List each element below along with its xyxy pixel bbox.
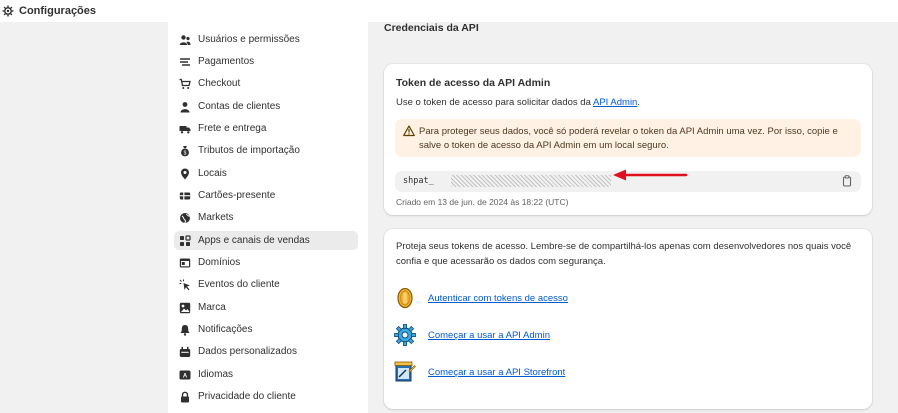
sidebar-item-pagamentos[interactable]: Pagamentos — [174, 52, 358, 71]
copy-icon[interactable] — [841, 175, 853, 187]
cursor-click-icon — [179, 279, 191, 291]
sidebar-item-label: Markets — [198, 212, 234, 223]
gear-icon — [2, 5, 14, 17]
warning-text: Para proteger seus dados, você só poderá… — [419, 126, 838, 151]
sidebar-item-tributos[interactable]: $ Tributos de importação — [174, 141, 358, 160]
sidebar-item-locais[interactable]: Locais — [174, 164, 358, 183]
admin-token-card: Token de acesso da API Admin Use o token… — [384, 64, 872, 215]
cart-icon — [179, 78, 191, 90]
lock-icon — [179, 391, 191, 403]
person-icon — [179, 101, 191, 113]
svg-text:A: A — [183, 373, 188, 379]
desc-suffix: . — [637, 97, 640, 108]
truck-icon — [179, 123, 191, 135]
warning-banner: Para proteger seus dados, você só poderá… — [395, 119, 861, 157]
desc-text: Use o token de acesso para solicitar dad… — [396, 97, 593, 108]
sidebar-item-privacidade[interactable]: Privacidade do cliente — [174, 387, 358, 406]
globe-icon — [179, 212, 191, 224]
sidebar-item-label: Idiomas — [198, 369, 234, 380]
sidebar-item-label: Locais — [198, 168, 227, 179]
created-timestamp: Criado em 13 de jun. de 2024 às 18:22 (U… — [396, 197, 569, 207]
apps-icon — [179, 234, 191, 247]
token-masked-value — [451, 175, 611, 187]
sidebar-item-label: Marca — [198, 302, 226, 313]
storefront-icon — [394, 361, 416, 383]
token-prefix: shpat_ — [403, 176, 434, 186]
card-title: Token de acesso da API Admin — [396, 77, 551, 89]
money-bag-icon: $ — [179, 145, 191, 157]
sidebar-item-dominios[interactable]: Domínios — [174, 253, 358, 272]
sidebar-item-label: Notificações — [198, 324, 253, 335]
sidebar-item-label: Apps e canais de vendas — [198, 235, 310, 246]
resource-row-admin-api: Começar a usar a API Admin — [394, 322, 550, 348]
sidebar-item-label: Cartões-presente — [198, 190, 276, 201]
sidebar-item-label: Contas de clientes — [198, 101, 281, 112]
sidebar-item-label: Privacidade do cliente — [198, 391, 296, 402]
payments-icon — [179, 56, 191, 68]
sidebar-item-eventos-cliente[interactable]: Eventos do cliente — [174, 275, 358, 294]
bell-icon — [179, 324, 191, 336]
gift-card-icon — [179, 190, 191, 202]
page-title: Configurações — [19, 5, 97, 17]
sidebar-item-label: Checkout — [198, 78, 241, 89]
location-icon — [179, 168, 191, 180]
sidebar-item-label: Usuários e permissões — [198, 34, 300, 45]
sidebar-item-label: Domínios — [198, 257, 241, 268]
warning-icon — [403, 125, 415, 137]
coin-icon — [394, 287, 416, 309]
sidebar-item-label: Frete e entrega — [198, 123, 267, 134]
sidebar-item-cartoes-presente[interactable]: Cartões-presente — [174, 186, 358, 205]
settings-sidebar: Usuários e permissões Pagamentos Checkou… — [168, 22, 368, 413]
sidebar-item-marca[interactable]: Marca — [174, 298, 358, 317]
authenticate-tokens-link[interactable]: Autenticar com tokens de acesso — [428, 293, 568, 304]
sidebar-item-markets[interactable]: Markets — [174, 208, 358, 227]
domain-icon — [179, 257, 191, 269]
api-admin-link[interactable]: API Admin — [593, 97, 637, 108]
sidebar-item-frete[interactable]: Frete e entrega — [174, 119, 358, 138]
left-gutter — [0, 22, 168, 413]
sidebar-item-dados-personalizados[interactable]: Dados personalizados — [174, 342, 358, 361]
database-icon — [179, 346, 191, 358]
sidebar-item-label: Tributos de importação — [198, 145, 300, 156]
sidebar-item-label: Eventos do cliente — [198, 279, 280, 290]
gear-badge-icon — [394, 324, 416, 346]
main-content: Credenciais da API Token de acesso da AP… — [368, 22, 898, 413]
sidebar-item-apps-canais[interactable]: Apps e canais de vendas — [174, 231, 358, 250]
section-title: Credenciais da API — [384, 22, 479, 34]
card-description: Use o token de acesso para solicitar dad… — [396, 97, 640, 108]
storefront-api-link[interactable]: Começar a usar a API Storefront — [428, 367, 565, 378]
resources-description: Proteja seus tokens de acesso. Lembre-se… — [396, 241, 852, 267]
resources-card: Proteja seus tokens de acesso. Lembre-se… — [384, 229, 872, 409]
top-bar: Configurações — [0, 0, 898, 22]
red-arrow-annotation — [613, 169, 688, 181]
sidebar-item-idiomas[interactable]: A Idiomas — [174, 365, 358, 384]
sidebar-item-checkout[interactable]: Checkout — [174, 74, 358, 93]
users-icon — [179, 34, 191, 46]
resource-row-authenticate: Autenticar com tokens de acesso — [394, 285, 568, 311]
admin-api-link[interactable]: Começar a usar a API Admin — [428, 330, 550, 341]
brand-icon — [179, 302, 191, 314]
sidebar-item-contas-clientes[interactable]: Contas de clientes — [174, 97, 358, 116]
svg-text:$: $ — [184, 150, 187, 156]
sidebar-item-notificacoes[interactable]: Notificações — [174, 320, 358, 339]
sidebar-item-usuarios[interactable]: Usuários e permissões — [174, 30, 358, 49]
language-icon: A — [179, 369, 191, 381]
sidebar-item-label: Dados personalizados — [198, 346, 297, 357]
sidebar-item-label: Pagamentos — [198, 56, 255, 67]
resource-row-storefront-api: Começar a usar a API Storefront — [394, 359, 565, 385]
